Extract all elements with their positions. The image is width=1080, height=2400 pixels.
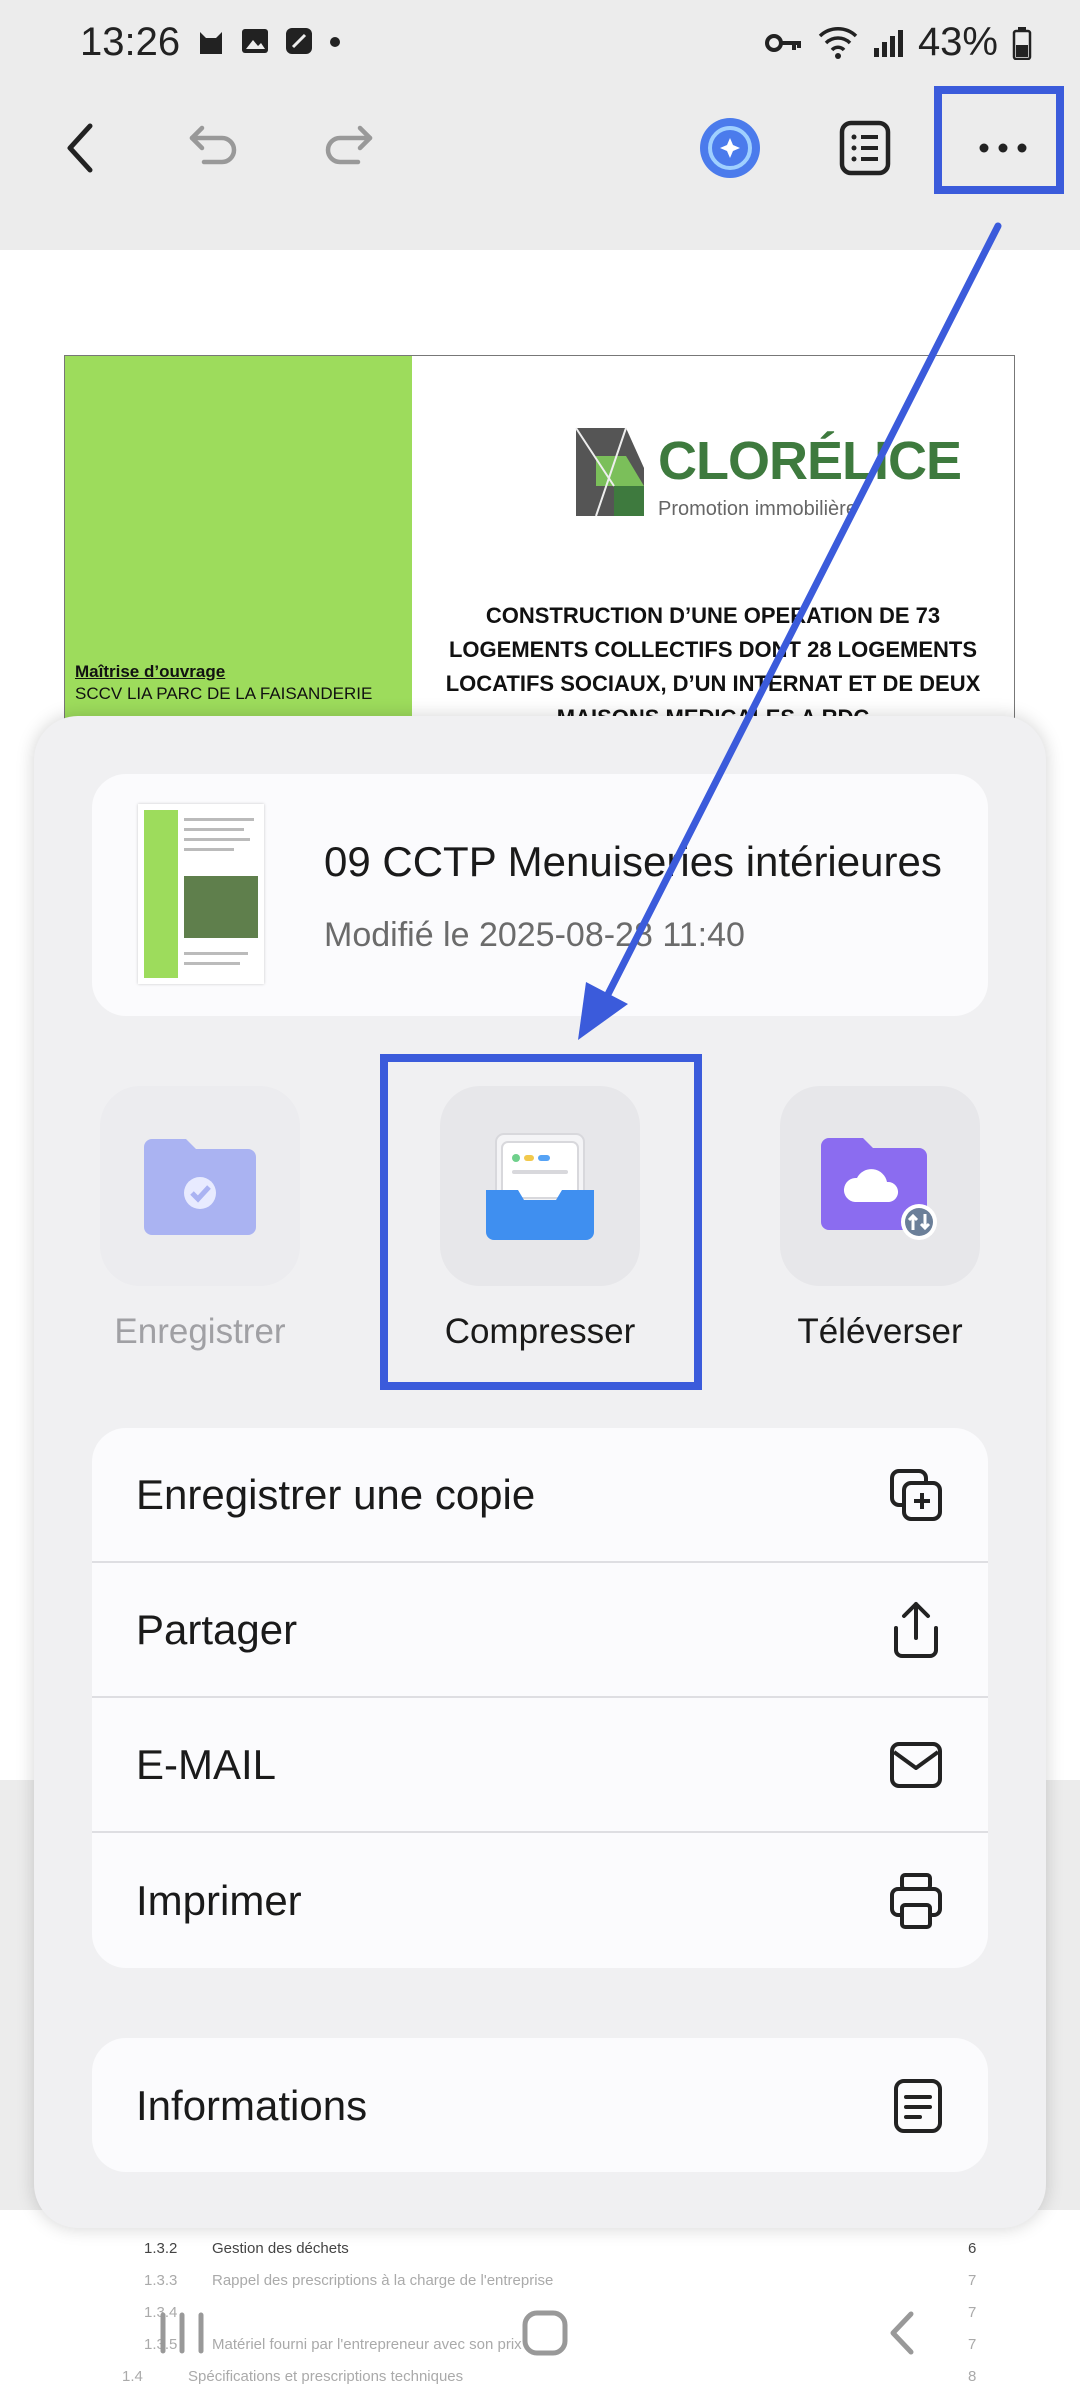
annotation-arrow <box>578 222 1002 1040</box>
